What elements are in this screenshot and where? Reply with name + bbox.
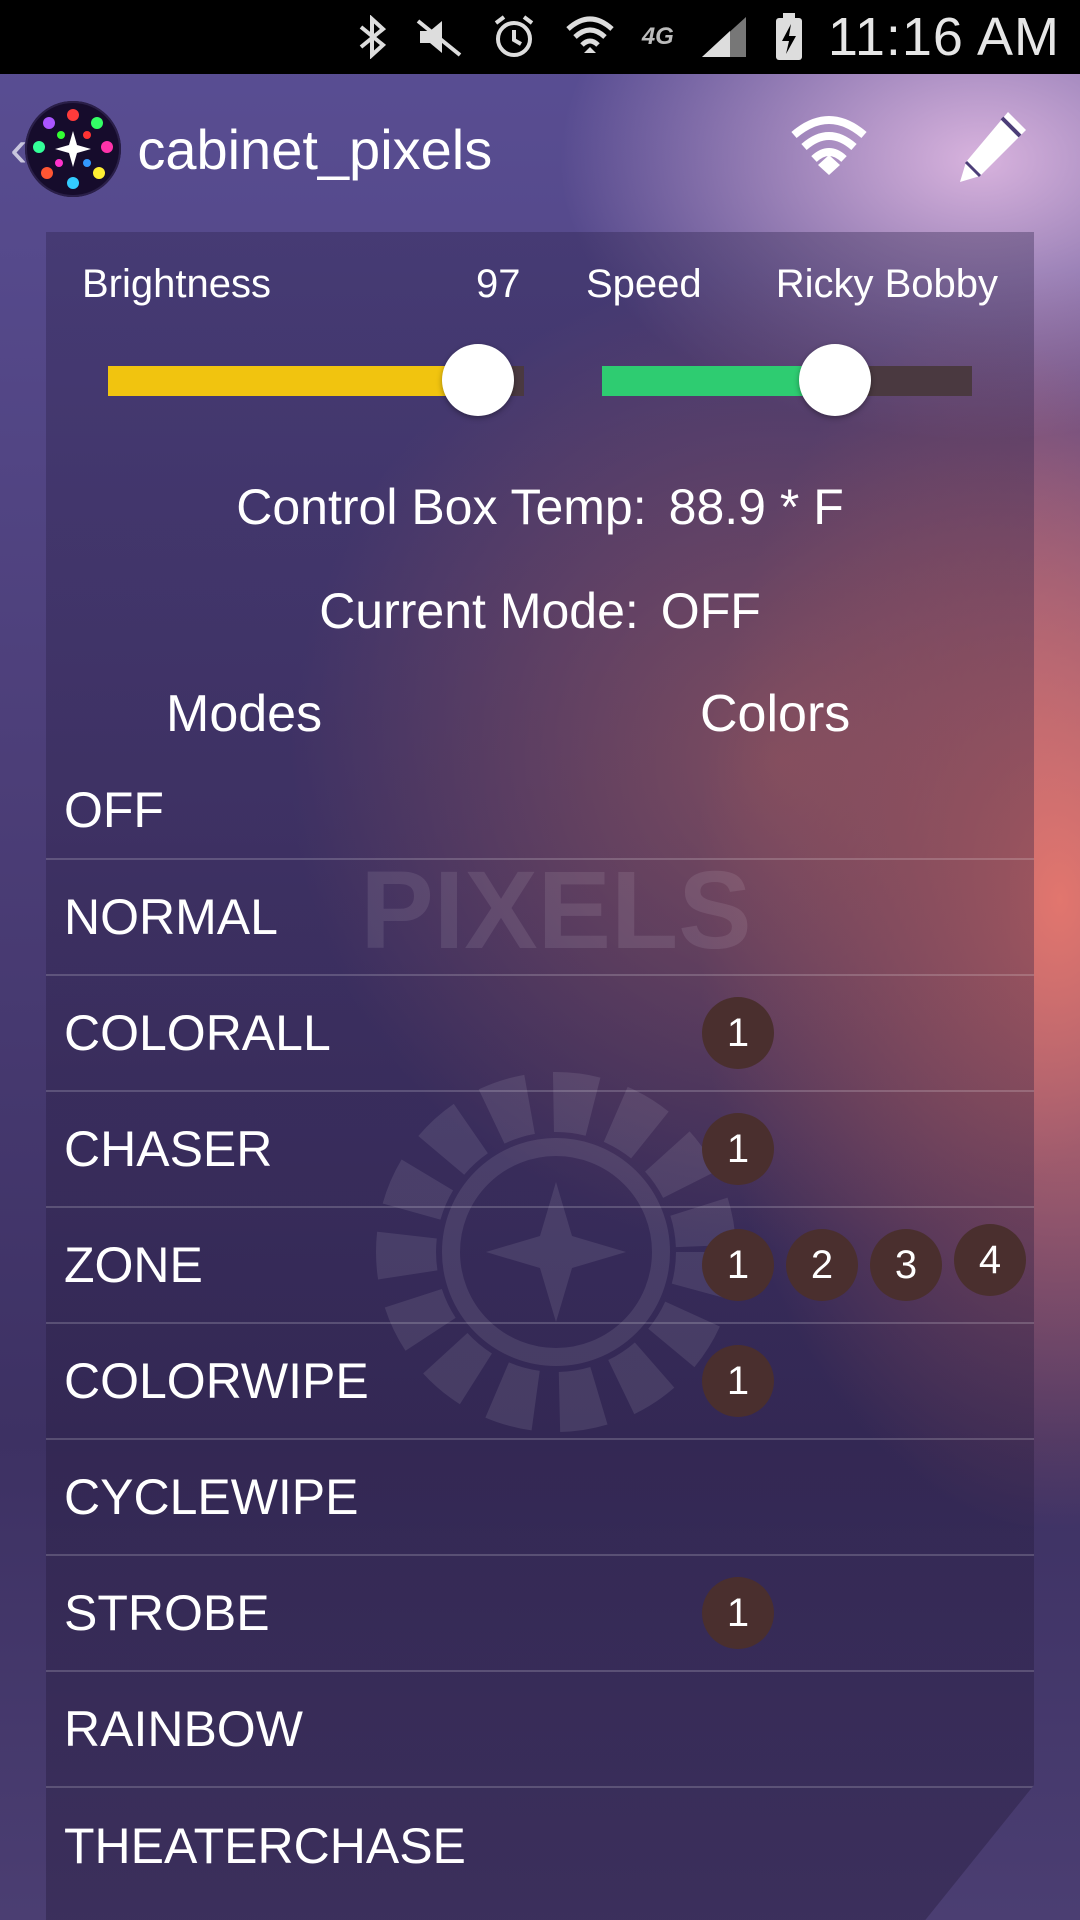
brightness-value: 97 (476, 262, 521, 306)
control-panel: PIXELS Brightness 97 Speed Ricky Bobby C… (46, 232, 1034, 1920)
color-chip[interactable]: 1 (702, 1577, 774, 1649)
color-chip[interactable]: 3 (870, 1229, 942, 1301)
mode-row-cyclewipe[interactable]: CYCLEWIPE (46, 1440, 1034, 1556)
color-chips: 1 (702, 1113, 774, 1185)
mode-value: OFF (660, 583, 761, 639)
signal-icon (700, 15, 748, 59)
current-mode-readout: Current Mode: OFF (46, 582, 1034, 640)
app-title: cabinet_pixels (137, 117, 493, 181)
mode-row-off[interactable]: OFF (46, 762, 1034, 860)
edit-pencil-icon (960, 112, 1026, 182)
mode-row-rainbow[interactable]: RAINBOW (46, 1672, 1034, 1788)
mode-name: CYCLEWIPE (64, 1469, 359, 1525)
colors-header: Colors (700, 685, 851, 743)
speed-slider[interactable] (602, 344, 972, 416)
color-chip[interactable]: 1 (702, 1113, 774, 1185)
temp-label: Control Box Temp: (236, 479, 647, 535)
color-chip[interactable]: 1 (702, 1345, 774, 1417)
color-chips: 1 (702, 1345, 774, 1417)
mode-row-strobe[interactable]: STROBE 1 (46, 1556, 1034, 1672)
app-logo-icon[interactable] (25, 101, 122, 197)
edit-button[interactable] (952, 106, 1032, 191)
mode-row-theaterchase[interactable]: THEATERCHASE (46, 1788, 1034, 1904)
mode-name: RAINBOW (64, 1701, 303, 1757)
wifi-icon (791, 116, 867, 175)
color-chips: 1234 (702, 1224, 1026, 1301)
mode-row-zone[interactable]: ZONE 1 2 3 4 (46, 1208, 1034, 1324)
slider-fill (108, 366, 479, 396)
status-time: 11:16 AM (827, 7, 1060, 67)
slider-thumb[interactable] (442, 344, 515, 416)
mode-list: OFF NORMAL COLORALL 1 CHASER 1 ZONE 1 2 3 4 COLORWI… (46, 762, 1034, 1904)
mode-row-chaser[interactable]: CHASER 1 (46, 1092, 1034, 1208)
mode-name: NORMAL (64, 889, 278, 945)
color-chips: 1 (702, 1577, 774, 1649)
wifi-connect-button[interactable] (790, 115, 868, 182)
mode-row-normal[interactable]: NORMAL (46, 860, 1034, 976)
color-chip[interactable]: 4 (954, 1224, 1026, 1296)
temp-value: 88.9 * F (668, 479, 844, 535)
brightness-slider[interactable] (108, 344, 524, 416)
mode-name: ZONE (64, 1237, 203, 1293)
mode-name: CHASER (64, 1121, 273, 1177)
temperature-readout: Control Box Temp: 88.9 * F (46, 478, 1034, 536)
color-chips: 1 (702, 997, 774, 1069)
4g-lte-icon: 4G (641, 23, 674, 50)
color-chip[interactable]: 1 (702, 1229, 774, 1301)
wifi-icon (564, 13, 616, 61)
speed-label: Speed (586, 262, 702, 306)
color-chip[interactable]: 2 (786, 1229, 858, 1301)
slider-thumb[interactable] (799, 344, 872, 416)
alarm-icon (490, 13, 538, 61)
mode-name: STROBE (64, 1585, 270, 1641)
mode-label: Current Mode: (319, 583, 639, 639)
mode-name: COLORALL (64, 1005, 331, 1061)
status-bar: 4G 11:16 AM (0, 0, 1080, 74)
mode-name: COLORWIPE (64, 1353, 369, 1409)
bluetooth-icon (358, 15, 388, 59)
modes-header: Modes (166, 685, 323, 743)
mode-name: THEATERCHASE (64, 1818, 466, 1874)
battery-charging-icon (774, 12, 804, 62)
action-bar: ‹ cabinet_pixels (0, 74, 1080, 224)
brightness-label: Brightness (82, 262, 271, 306)
mode-name: OFF (64, 782, 164, 838)
mode-row-colorwipe[interactable]: COLORWIPE 1 (46, 1324, 1034, 1440)
mute-icon (414, 15, 464, 59)
color-chip[interactable]: 1 (702, 997, 774, 1069)
mode-row-colorall[interactable]: COLORALL 1 (46, 976, 1034, 1092)
speed-value: Ricky Bobby (775, 262, 998, 306)
